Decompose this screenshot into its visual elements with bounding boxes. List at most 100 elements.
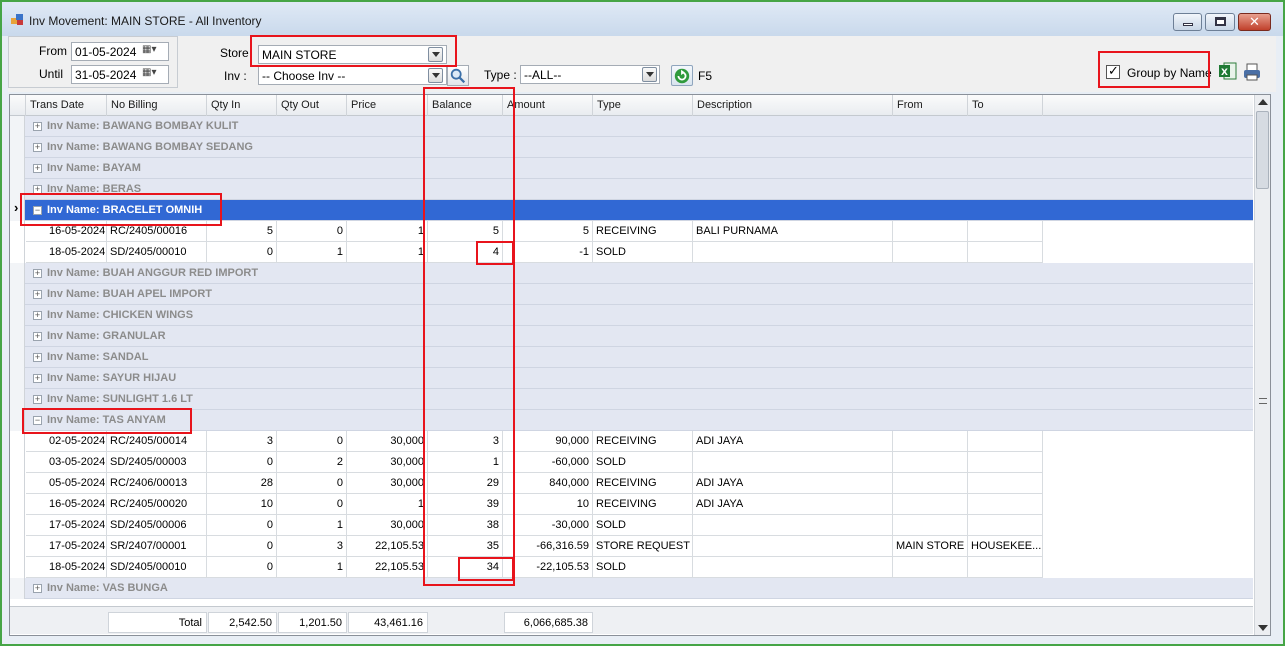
store-dropdown-icon[interactable]	[428, 47, 443, 62]
close-button[interactable]: ✕	[1238, 13, 1271, 31]
table-cell[interactable]: 30,000	[347, 473, 428, 494]
row-indicator[interactable]	[10, 578, 25, 599]
inv-search-button[interactable]	[447, 65, 469, 86]
table-cell[interactable]	[968, 431, 1043, 452]
table-cell[interactable]	[968, 452, 1043, 473]
column-header[interactable]: From	[893, 95, 968, 116]
table-cell[interactable]: SR/2407/00001	[107, 536, 207, 557]
group-row[interactable]: + Inv Name: BAWANG BOMBAY KULIT	[10, 116, 1253, 137]
table-row[interactable]: 17-05-2024 SD/2405/00006 0 1 30,000 38 -30,000…	[10, 515, 1253, 536]
table-cell[interactable]: 0	[207, 452, 277, 473]
table-cell[interactable]	[693, 452, 893, 473]
table-cell[interactable]: 1	[347, 494, 428, 515]
row-indicator[interactable]	[10, 242, 25, 263]
table-cell[interactable]: 10	[503, 494, 593, 515]
table-cell[interactable]	[893, 452, 968, 473]
table-cell[interactable]: 30,000	[347, 431, 428, 452]
table-cell[interactable]	[893, 242, 968, 263]
table-cell[interactable]: 0	[277, 473, 347, 494]
group-row[interactable]: − Inv Name: TAS ANYAM	[10, 410, 1253, 431]
export-excel-button[interactable]: X	[1218, 61, 1238, 81]
group-row[interactable]: + Inv Name: VAS BUNGA	[10, 578, 1253, 599]
table-cell[interactable]: SOLD	[593, 242, 693, 263]
inv-select[interactable]: -- Choose Inv --	[258, 66, 447, 85]
table-cell[interactable]: 02-05-2024	[46, 431, 107, 452]
table-cell[interactable]: RECEIVING	[593, 494, 693, 515]
table-cell[interactable]	[968, 221, 1043, 242]
table-cell[interactable]: SD/2405/00010	[107, 242, 207, 263]
table-row[interactable]: 02-05-2024 RC/2405/00014 3 0 30,000 3 90,000 RE…	[10, 431, 1253, 452]
from-calendar-icon[interactable]: ▦▾	[142, 44, 166, 61]
table-row[interactable]: 18-05-2024 SD/2405/00010 0 1 1 4 -1 SOLD	[10, 242, 1253, 263]
print-button[interactable]	[1242, 62, 1262, 82]
table-row[interactable]: 03-05-2024 SD/2405/00003 0 2 30,000 1 -60,000 S…	[10, 452, 1253, 473]
column-header[interactable]: Balance	[428, 95, 503, 116]
table-cell[interactable]: 28	[207, 473, 277, 494]
table-cell[interactable]: 0	[207, 515, 277, 536]
table-cell[interactable]: RC/2405/00016	[107, 221, 207, 242]
table-cell[interactable]: 35	[428, 536, 503, 557]
table-cell[interactable]: 0	[207, 242, 277, 263]
group-by-name-checkbox[interactable]: ✓	[1106, 63, 1120, 79]
table-cell[interactable]: SD/2405/00010	[107, 557, 207, 578]
table-cell[interactable]: 0	[207, 557, 277, 578]
table-cell[interactable]: 1	[347, 221, 428, 242]
table-cell[interactable]: SOLD	[593, 515, 693, 536]
table-cell[interactable]: 0	[277, 431, 347, 452]
table-cell[interactable]: SOLD	[593, 557, 693, 578]
row-indicator[interactable]	[10, 431, 25, 452]
minimize-button[interactable]	[1173, 13, 1202, 31]
row-indicator[interactable]	[10, 410, 25, 431]
table-cell[interactable]	[968, 473, 1043, 494]
column-header[interactable]: No Billing	[107, 95, 207, 116]
row-indicator[interactable]	[10, 221, 25, 242]
table-cell[interactable]: 05-05-2024	[46, 473, 107, 494]
table-cell[interactable]: -1	[503, 242, 593, 263]
table-cell[interactable]: 0	[277, 494, 347, 515]
group-row[interactable]: + Inv Name: BUAH APEL IMPORT	[10, 284, 1253, 305]
table-cell[interactable]: STORE REQUEST	[593, 536, 693, 557]
row-indicator[interactable]	[10, 179, 25, 200]
group-row[interactable]: + Inv Name: SANDAL	[10, 347, 1253, 368]
table-cell[interactable]: -66,316.59	[503, 536, 593, 557]
table-cell[interactable]: 1	[347, 242, 428, 263]
table-cell[interactable]	[693, 536, 893, 557]
table-cell[interactable]: ADI JAYA	[693, 431, 893, 452]
table-cell[interactable]: 1	[428, 452, 503, 473]
expand-icon[interactable]: +	[33, 143, 42, 152]
row-indicator[interactable]	[10, 158, 25, 179]
table-cell[interactable]: 0	[277, 221, 347, 242]
table-cell[interactable]: ADI JAYA	[693, 494, 893, 515]
group-row[interactable]: + Inv Name: BUAH ANGGUR RED IMPORT	[10, 263, 1253, 284]
expand-icon[interactable]: +	[33, 374, 42, 383]
table-cell[interactable]: 3	[428, 431, 503, 452]
group-row[interactable]: + Inv Name: BERAS	[10, 179, 1253, 200]
scroll-up-icon[interactable]	[1258, 99, 1268, 105]
table-cell[interactable]: BALI PURNAMA	[693, 221, 893, 242]
inv-dropdown-icon[interactable]	[428, 68, 443, 83]
table-cell[interactable]: 5	[428, 221, 503, 242]
group-row[interactable]: + Inv Name: SAYUR HIJAU	[10, 368, 1253, 389]
row-indicator[interactable]	[10, 536, 25, 557]
column-header[interactable]: Amount	[503, 95, 593, 116]
table-cell[interactable]: RC/2405/00020	[107, 494, 207, 515]
table-cell[interactable]: 5	[207, 221, 277, 242]
table-cell[interactable]	[693, 557, 893, 578]
group-row[interactable]: + Inv Name: GRANULAR	[10, 326, 1253, 347]
row-indicator[interactable]	[10, 557, 25, 578]
table-cell[interactable]: 10	[207, 494, 277, 515]
table-cell[interactable]: 22,105.53	[347, 557, 428, 578]
table-cell[interactable]: ADI JAYA	[693, 473, 893, 494]
table-cell[interactable]: RC/2405/00014	[107, 431, 207, 452]
table-cell[interactable]: RECEIVING	[593, 221, 693, 242]
row-indicator[interactable]	[10, 305, 25, 326]
table-cell[interactable]: -60,000	[503, 452, 593, 473]
table-cell[interactable]: HOUSEKEE...	[968, 536, 1043, 557]
table-cell[interactable]: 4	[428, 242, 503, 263]
table-cell[interactable]	[893, 431, 968, 452]
table-cell[interactable]	[968, 494, 1043, 515]
column-header[interactable]: Trans Date	[26, 95, 107, 116]
table-cell[interactable]: 840,000	[503, 473, 593, 494]
table-cell[interactable]: 30,000	[347, 515, 428, 536]
table-cell[interactable]	[968, 242, 1043, 263]
